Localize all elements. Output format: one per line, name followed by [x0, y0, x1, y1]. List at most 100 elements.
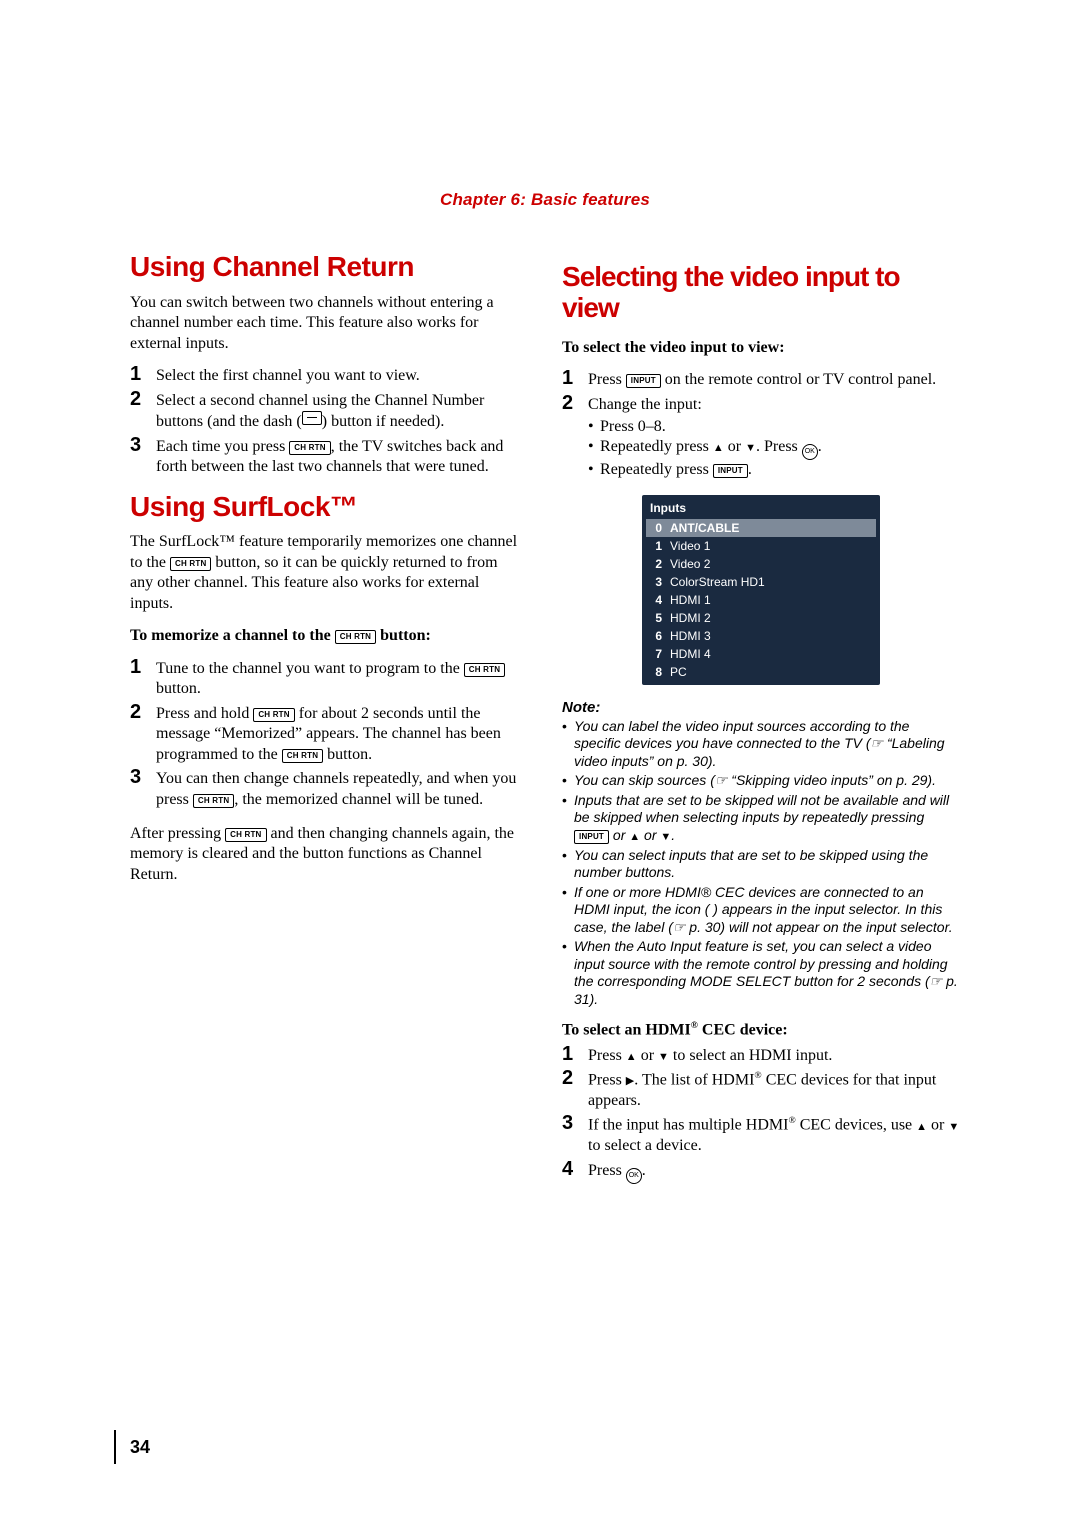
chrtn-button-icon: CH RTN	[335, 630, 376, 644]
inputs-menu-label: Video 1	[670, 539, 710, 553]
up-triangle-icon	[916, 1117, 927, 1134]
inputs-menu-number: 8	[650, 665, 662, 679]
steps-channel-return: Select the first channel you want to vie…	[130, 366, 524, 477]
input-button-icon: INPUT	[713, 464, 748, 478]
step-item: Press INPUT on the remote control or TV …	[562, 370, 960, 390]
left-column: Using Channel Return You can switch betw…	[130, 252, 524, 1198]
step-item: Change the input: Press 0–8. Repeatedly …	[562, 395, 960, 481]
sub-bullets: Press 0–8. Repeatedly press or . Press O…	[588, 417, 960, 481]
chrtn-button-icon: CH RTN	[170, 557, 211, 571]
text-run: button.	[323, 746, 372, 763]
inputs-menu-item: 6 HDMI 3	[646, 627, 876, 645]
step-item: Press and hold CH RTN for about 2 second…	[130, 704, 524, 765]
text-run: After pressing	[130, 825, 225, 842]
inputs-menu-number: 4	[650, 593, 662, 607]
step-item: Tune to the channel you want to program …	[130, 659, 524, 700]
inputs-menu-item: 2 Video 2	[646, 555, 876, 573]
inputs-menu-item: 5 HDMI 2	[646, 609, 876, 627]
inputs-menu-item: 8 PC	[646, 663, 876, 681]
page-number: 34	[130, 1437, 150, 1458]
steps-select-input: Press INPUT on the remote control or TV …	[562, 370, 960, 481]
inputs-menu-number: 3	[650, 575, 662, 589]
chrtn-button-icon: CH RTN	[253, 708, 294, 722]
down-triangle-icon	[745, 438, 756, 455]
paragraph: You can switch between two channels with…	[130, 293, 524, 354]
chrtn-button-icon: CH RTN	[193, 794, 234, 808]
heading-video-input: Selecting the video input to view	[562, 262, 960, 324]
chrtn-button-icon: CH RTN	[225, 828, 266, 842]
inputs-menu-item: 4 HDMI 1	[646, 591, 876, 609]
step-item: Press OK.	[562, 1161, 960, 1184]
chapter-header: Chapter 6: Basic features	[130, 190, 960, 210]
sub-bullet: Repeatedly press INPUT.	[588, 460, 960, 480]
chrtn-button-icon: CH RTN	[464, 663, 505, 677]
inputs-menu-number: 0	[650, 521, 662, 535]
step-item: Press or to select an HDMI input.	[562, 1046, 960, 1066]
paragraph: The SurfLock™ feature temporarily memori…	[130, 532, 524, 614]
text-run: , the memorized channel will be tuned.	[234, 791, 483, 808]
down-triangle-icon	[660, 827, 671, 843]
note-title: Note:	[562, 699, 960, 716]
inputs-menu-label: HDMI 1	[670, 593, 711, 607]
inputs-menu-item: 7 HDMI 4	[646, 645, 876, 663]
note-item: Inputs that are set to be skipped will n…	[562, 792, 960, 845]
note-item: If one or more HDMI® CEC devices are con…	[562, 884, 960, 937]
text-run: Change the input:	[588, 396, 702, 413]
ok-button-icon: OK	[802, 444, 818, 460]
inputs-menu-label: HDMI 2	[670, 611, 711, 625]
inputs-menu-number: 2	[650, 557, 662, 571]
step-text: Select the first channel you want to vie…	[156, 367, 420, 384]
sub-bullet: Repeatedly press or . Press OK.	[588, 437, 960, 460]
text-run: Press	[588, 371, 626, 388]
two-column-layout: Using Channel Return You can switch betw…	[130, 252, 960, 1198]
text-run: Tune to the channel you want to program …	[156, 660, 464, 677]
inputs-menu-number: 6	[650, 629, 662, 643]
inputs-menu: Inputs 0 ANT/CABLE 1 Video 1 2 Video 2 3ColorS…	[642, 495, 880, 685]
steps-surflock: Tune to the channel you want to program …	[130, 659, 524, 810]
step-item: Select the first channel you want to vie…	[130, 366, 524, 386]
heading-surflock: Using SurfLock™	[130, 492, 524, 523]
chrtn-button-icon: CH RTN	[289, 441, 330, 455]
up-triangle-icon	[626, 1047, 637, 1064]
dash-button-icon	[302, 411, 322, 425]
inputs-menu-label: HDMI 3	[670, 629, 711, 643]
note-item: You can select inputs that are set to be…	[562, 847, 960, 882]
note-item: When the Auto Input feature is set, you …	[562, 938, 960, 1008]
subheading-memorize: To memorize a channel to the CH RTN butt…	[130, 626, 524, 646]
down-triangle-icon	[658, 1047, 669, 1064]
step-item: If the input has multiple HDMI® CEC devi…	[562, 1115, 960, 1156]
text-run: on the remote control or TV control pane…	[661, 371, 936, 388]
page: Chapter 6: Basic features Using Channel …	[0, 0, 1080, 1528]
inputs-menu-label: PC	[670, 665, 687, 679]
up-triangle-icon	[629, 827, 640, 843]
sub-bullet: Press 0–8.	[588, 417, 960, 437]
inputs-menu-number: 5	[650, 611, 662, 625]
right-column: Selecting the video input to view To sel…	[562, 252, 960, 1198]
inputs-menu-title: Inputs	[646, 499, 876, 519]
up-triangle-icon	[713, 438, 724, 455]
text-run: button.	[156, 680, 201, 697]
page-rule	[114, 1430, 116, 1464]
inputs-menu-label: ANT/CABLE	[670, 521, 739, 535]
inputs-menu-label: HDMI 4	[670, 647, 711, 661]
ok-button-icon: OK	[626, 1168, 642, 1184]
inputs-menu-number: 1	[650, 539, 662, 553]
subheading-select-input: To select the video input to view:	[562, 338, 960, 358]
chrtn-button-icon: CH RTN	[282, 749, 323, 763]
notes-list: You can label the video input sources ac…	[562, 718, 960, 1008]
heading-channel-return: Using Channel Return	[130, 252, 524, 283]
inputs-menu-number: 7	[650, 647, 662, 661]
step-item: You can then change channels repeatedly,…	[130, 769, 524, 810]
right-triangle-icon	[626, 1071, 634, 1088]
inputs-menu-label: Video 2	[670, 557, 710, 571]
subheading-select-cec: To select an HDMI® CEC device:	[562, 1020, 960, 1039]
paragraph: After pressing CH RTN and then changing …	[130, 824, 524, 885]
inputs-menu-item: 0 ANT/CABLE	[646, 519, 876, 537]
input-button-icon: INPUT	[574, 830, 609, 844]
note-item: You can skip sources (☞ “Skipping video …	[562, 772, 960, 790]
inputs-menu-item: 1 Video 1	[646, 537, 876, 555]
step-item: Each time you press CH RTN, the TV switc…	[130, 437, 524, 478]
inputs-menu-item: 3ColorStream HD1	[646, 573, 876, 591]
steps-select-cec: Press or to select an HDMI input. Press …	[562, 1046, 960, 1184]
down-triangle-icon	[948, 1117, 959, 1134]
